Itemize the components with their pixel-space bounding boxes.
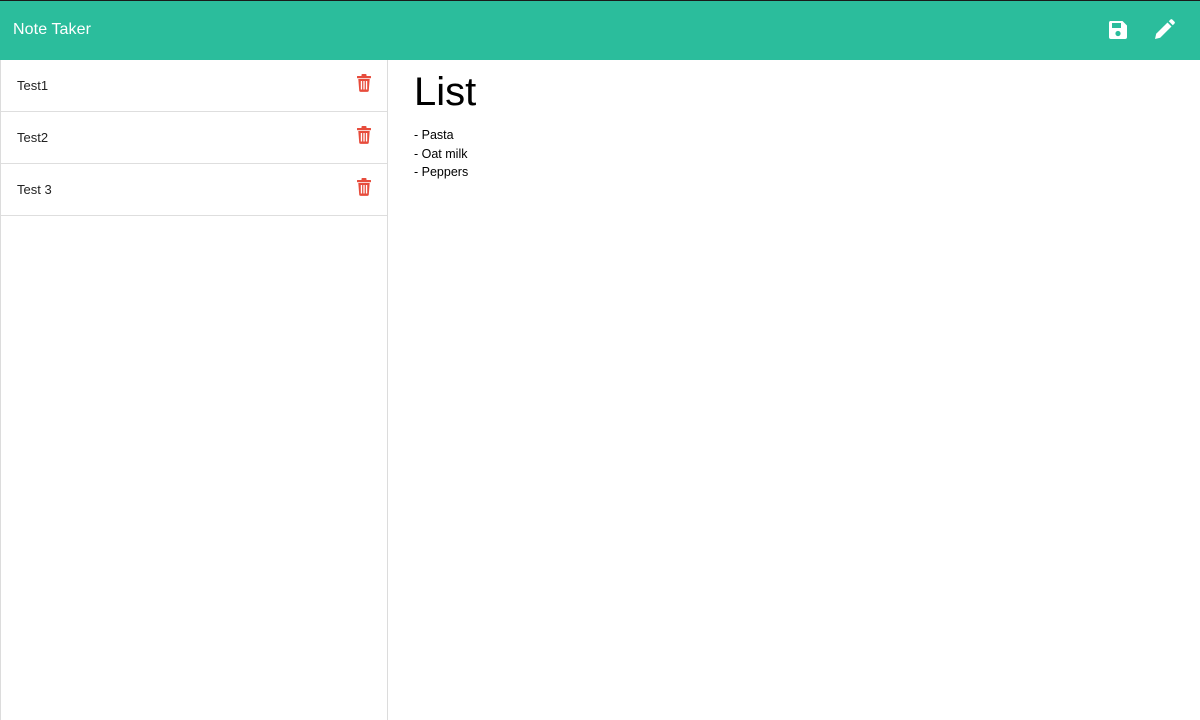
note-body-textarea[interactable]: - Pasta - Oat milk - Peppers: [414, 126, 468, 182]
pencil-icon: [1155, 19, 1175, 39]
trash-icon: [357, 74, 371, 92]
note-list-item[interactable]: Test2: [1, 112, 387, 164]
delete-note-button[interactable]: [356, 126, 372, 144]
navbar: Note Taker: [0, 0, 1200, 60]
note-list-item-title[interactable]: Test 3: [17, 182, 52, 197]
note-body-line: - Peppers: [414, 165, 469, 179]
note-list-item-title[interactable]: Test1: [17, 78, 48, 93]
note-list-item-title[interactable]: Test2: [17, 130, 48, 145]
note-body-line: - Oat milk: [414, 146, 468, 161]
trash-icon: [357, 126, 371, 144]
floppy-disk-icon: [1108, 21, 1127, 39]
trash-icon: [357, 178, 371, 196]
note-list: Test1 Test2 Test 3: [0, 60, 388, 720]
delete-note-button[interactable]: [356, 74, 372, 92]
note-title-input[interactable]: List: [414, 70, 476, 115]
app-title[interactable]: Note Taker: [13, 21, 91, 39]
new-note-button[interactable]: [1152, 18, 1176, 42]
note-list-item[interactable]: Test1: [1, 60, 387, 112]
note-editor: List - Pasta - Oat milk - Peppers: [388, 60, 1200, 720]
note-body-line: - Pasta: [414, 128, 454, 142]
delete-note-button[interactable]: [356, 178, 372, 196]
save-note-button[interactable]: [1106, 18, 1130, 42]
note-list-item[interactable]: Test 3: [1, 164, 387, 216]
